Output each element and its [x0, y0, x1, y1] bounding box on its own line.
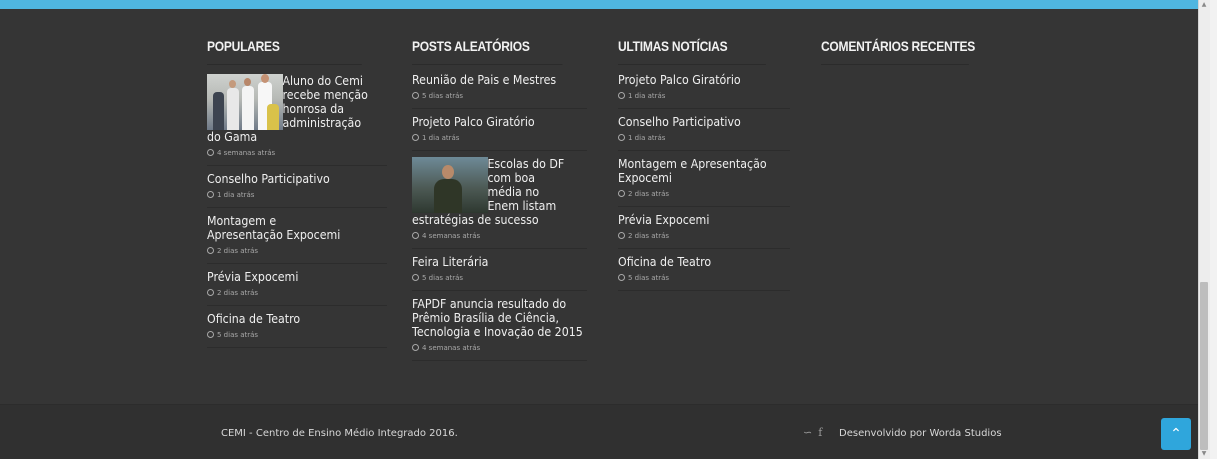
post-title[interactable]: Feira Literária: [412, 255, 587, 269]
scroll-down-arrow-icon[interactable]: ▼: [1200, 450, 1208, 458]
post-title[interactable]: FAPDF anuncia resultado do Prêmio Brasíl…: [412, 297, 587, 339]
footer: [0, 405, 1198, 459]
time-text: 1 dia atrás: [422, 134, 460, 142]
list-item[interactable]: Montagem e Apresentação Expocemi 2 dias …: [618, 151, 790, 207]
time-text: 4 semanas atrás: [217, 149, 276, 157]
time-text: 5 dias atrás: [422, 92, 464, 100]
rss-icon[interactable]: ∽: [803, 426, 812, 439]
time-text: 2 dias atrás: [628, 190, 670, 198]
list-item[interactable]: Conselho Participativo 1 dia atrás: [207, 166, 387, 208]
comentarios-heading: COMENTÁRIOS RECENTES: [821, 38, 975, 65]
post-title[interactable]: Prévia Expocemi: [618, 213, 793, 227]
list-item[interactable]: Oficina de Teatro 5 dias atrás: [618, 249, 790, 291]
clock-icon: [618, 92, 625, 99]
list-item[interactable]: Montagem e Apresentação Expocemi 2 dias …: [207, 208, 387, 264]
list-item[interactable]: FAPDF anuncia resultado do Prêmio Brasíl…: [412, 291, 587, 361]
post-date: 5 dias atrás: [207, 331, 387, 340]
time-text: 2 dias atrás: [217, 247, 259, 255]
post-date: 4 semanas atrás: [412, 344, 587, 353]
clock-icon: [207, 247, 214, 254]
clock-icon: [412, 92, 419, 99]
post-title[interactable]: Aluno do Cemi recebe menção honrosa da a…: [207, 74, 369, 144]
top-accent-bar: [0, 0, 1198, 9]
scroll-to-top-button[interactable]: ⌃: [1161, 418, 1191, 450]
populares-column: POPULARES Aluno do Cemi recebe menção ho…: [207, 38, 387, 348]
aleatorios-heading: POSTS ALEATÓRIOS: [412, 38, 563, 65]
clock-icon: [412, 344, 419, 351]
clock-icon: [412, 274, 419, 281]
post-date: 2 dias atrás: [618, 232, 790, 241]
time-text: 4 semanas atrás: [422, 232, 481, 240]
scroll-up-arrow-icon[interactable]: ▲: [1200, 1, 1208, 9]
window-edge: [1210, 0, 1217, 459]
populares-heading: POPULARES: [207, 38, 362, 65]
time-text: 1 dia atrás: [628, 134, 666, 142]
post-date: 2 dias atrás: [618, 190, 790, 199]
post-title[interactable]: Projeto Palco Giratório: [618, 73, 793, 87]
developer-credit[interactable]: Desenvolvido por Worda Studios: [839, 428, 1002, 439]
list-item[interactable]: Feira Literária 5 dias atrás: [412, 249, 587, 291]
post-title[interactable]: Oficina de Teatro: [207, 312, 382, 326]
list-item[interactable]: Oficina de Teatro 5 dias atrás: [207, 306, 387, 348]
post-date: 1 dia atrás: [618, 92, 790, 101]
post-date: 1 dia atrás: [412, 134, 587, 143]
chevron-up-icon: ⌃: [1170, 426, 1182, 442]
post-date: 2 dias atrás: [207, 289, 387, 298]
time-text: 2 dias atrás: [217, 289, 259, 297]
time-text: 1 dia atrás: [217, 191, 255, 199]
scrollbar-thumb[interactable]: [1200, 282, 1208, 450]
time-text: 2 dias atrás: [628, 232, 670, 240]
copyright-text: CEMI - Centro de Ensino Médio Integrado …: [221, 428, 458, 439]
clock-icon: [618, 134, 625, 141]
post-date: 4 semanas atrás: [207, 149, 387, 158]
post-title[interactable]: Escolas do DF com boa média no Enem list…: [412, 157, 568, 227]
list-item[interactable]: Aluno do Cemi recebe menção honrosa da a…: [207, 74, 387, 166]
social-links: ∽ f: [803, 426, 822, 439]
post-title[interactable]: Conselho Participativo: [618, 115, 793, 129]
clock-icon: [207, 289, 214, 296]
post-date: 4 semanas atrás: [412, 232, 587, 241]
post-title[interactable]: Reunião de Pais e Mestres: [412, 73, 587, 87]
aleatorios-column: POSTS ALEATÓRIOS Reunião de Pais e Mestr…: [412, 38, 587, 361]
post-title[interactable]: Montagem e Apresentação Expocemi: [618, 157, 770, 185]
list-item[interactable]: Conselho Participativo 1 dia atrás: [618, 109, 790, 151]
post-title[interactable]: Projeto Palco Giratório: [412, 115, 587, 129]
facebook-icon[interactable]: f: [818, 426, 822, 439]
list-item[interactable]: Prévia Expocemi 2 dias atrás: [618, 207, 790, 249]
time-text: 5 dias atrás: [217, 331, 259, 339]
clock-icon: [618, 190, 625, 197]
clock-icon: [618, 274, 625, 281]
post-date: 5 dias atrás: [618, 274, 790, 283]
clock-icon: [412, 134, 419, 141]
time-text: 1 dia atrás: [628, 92, 666, 100]
list-item[interactable]: Projeto Palco Giratório 1 dia atrás: [618, 73, 790, 109]
post-title[interactable]: Montagem e Apresentação Expocemi: [207, 214, 354, 242]
post-date: 5 dias atrás: [412, 92, 587, 101]
list-item[interactable]: Projeto Palco Giratório 1 dia atrás: [412, 109, 587, 151]
list-item[interactable]: Escolas do DF com boa média no Enem list…: [412, 151, 587, 249]
list-item[interactable]: Prévia Expocemi 2 dias atrás: [207, 264, 387, 306]
time-text: 5 dias atrás: [628, 274, 670, 282]
post-date: 1 dia atrás: [618, 134, 790, 143]
clock-icon: [207, 191, 214, 198]
list-item[interactable]: Reunião de Pais e Mestres 5 dias atrás: [412, 73, 587, 109]
clock-icon: [412, 232, 419, 239]
post-title[interactable]: Oficina de Teatro: [618, 255, 793, 269]
post-title[interactable]: Conselho Participativo: [207, 172, 382, 186]
ultimas-heading: ULTIMAS NOTÍCIAS: [618, 38, 766, 65]
clock-icon: [207, 149, 214, 156]
time-text: 5 dias atrás: [422, 274, 464, 282]
post-date: 2 dias atrás: [207, 247, 387, 256]
post-date: 1 dia atrás: [207, 191, 387, 200]
post-date: 5 dias atrás: [412, 274, 587, 283]
time-text: 4 semanas atrás: [422, 344, 481, 352]
post-title[interactable]: Prévia Expocemi: [207, 270, 382, 284]
comentarios-column: COMENTÁRIOS RECENTES: [821, 38, 993, 65]
ultimas-column: ULTIMAS NOTÍCIAS Projeto Palco Giratório…: [618, 38, 790, 291]
clock-icon: [618, 232, 625, 239]
clock-icon: [207, 331, 214, 338]
